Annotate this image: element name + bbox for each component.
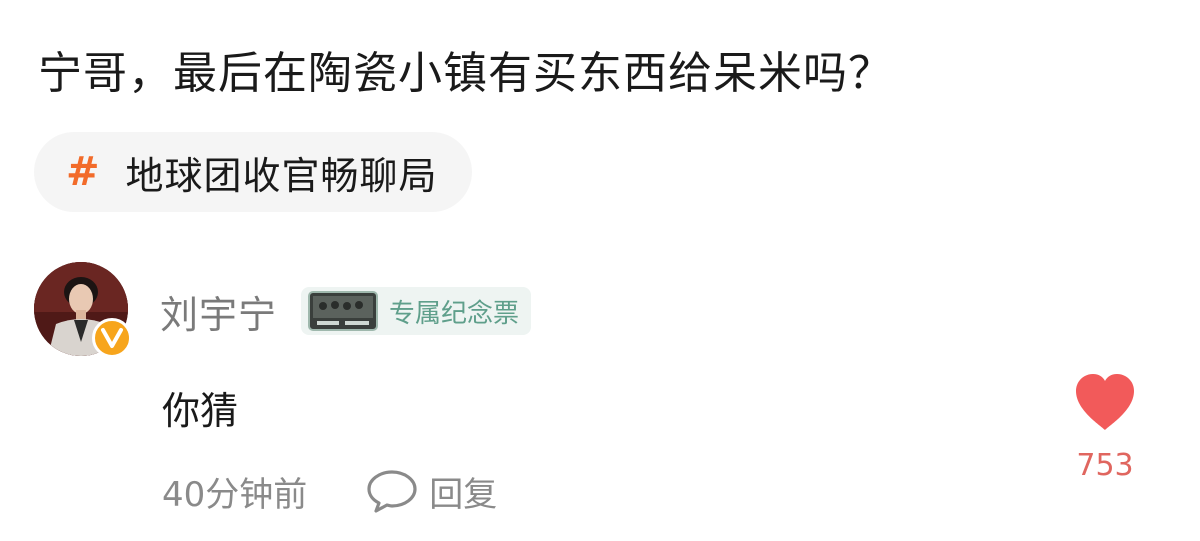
comment-timestamp: 40分钟前: [162, 474, 308, 515]
topic-label: 地球团收官畅聊局: [125, 153, 438, 198]
avatar[interactable]: [34, 262, 132, 358]
hash-icon: #: [66, 149, 100, 195]
topic-tag[interactable]: # 地球团收官畅聊局: [34, 132, 472, 212]
author-name[interactable]: 刘宇宁: [160, 284, 277, 339]
like-count: 753: [1076, 448, 1134, 483]
heart-icon: [1076, 374, 1134, 430]
verified-v-icon: [92, 318, 132, 358]
post-title: 宁哥，最后在陶瓷小镇有买东西给呆米吗？: [38, 48, 893, 99]
like-button[interactable]: [1072, 372, 1138, 432]
reply-button[interactable]: 回复: [365, 467, 497, 516]
ticket-icon: [308, 291, 379, 331]
comment-item: 刘宇宁 专属纪念票 你猜 40分钟前 回复 753: [0, 250, 1200, 541]
comment-meta: 40分钟前 回复: [162, 466, 497, 516]
reply-label: 回复: [429, 474, 498, 515]
ticket-badge-label: 专属纪念票: [389, 298, 520, 329]
comment-text: 你猜: [162, 389, 239, 433]
speech-bubble-icon: [367, 470, 417, 513]
weibo-comment-screen: 宁哥，最后在陶瓷小镇有买东西给呆米吗？ # 地球团收官畅聊局 刘宇宁 专属纪念票…: [0, 0, 1200, 541]
author-row: 刘宇宁 专属纪念票: [160, 284, 532, 339]
commemorative-ticket-badge[interactable]: 专属纪念票: [301, 287, 532, 335]
